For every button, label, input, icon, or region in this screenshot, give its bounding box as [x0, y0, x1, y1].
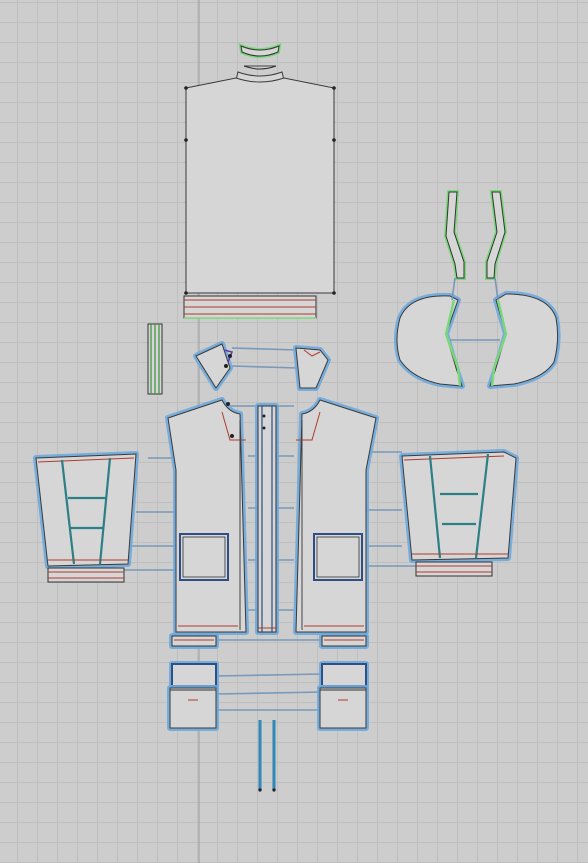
- zip-strip[interactable]: [147, 323, 163, 395]
- front-right[interactable]: [293, 397, 379, 635]
- left-pocket-flap[interactable]: [169, 661, 219, 689]
- pattern-canvas[interactable]: [0, 0, 588, 863]
- back-hem-bands[interactable]: [183, 295, 317, 319]
- right-hem-band[interactable]: [319, 633, 369, 649]
- left-sleeve[interactable]: [33, 451, 139, 569]
- right-hood-strip[interactable]: [485, 190, 508, 280]
- right-pocket[interactable]: [317, 685, 369, 731]
- left-pocket[interactable]: [167, 685, 219, 731]
- front-left[interactable]: [165, 397, 249, 635]
- back-body[interactable]: [184, 77, 336, 295]
- left-hood-strip[interactable]: [443, 190, 466, 280]
- right-sleeve[interactable]: [399, 449, 519, 563]
- left-cuff[interactable]: [47, 567, 125, 583]
- collar-top[interactable]: [238, 42, 282, 58]
- ties[interactable]: [258, 720, 276, 792]
- pattern-layout: [33, 0, 561, 863]
- center-placket[interactable]: [255, 403, 279, 635]
- left-collar-piece[interactable]: [193, 341, 234, 391]
- left-hem-band[interactable]: [169, 633, 219, 649]
- right-pocket-flap[interactable]: [319, 661, 369, 689]
- left-hood-panel[interactable]: [394, 292, 465, 389]
- right-cuff[interactable]: [415, 561, 493, 577]
- right-collar-piece[interactable]: [293, 345, 331, 391]
- right-hood-panel[interactable]: [487, 291, 561, 389]
